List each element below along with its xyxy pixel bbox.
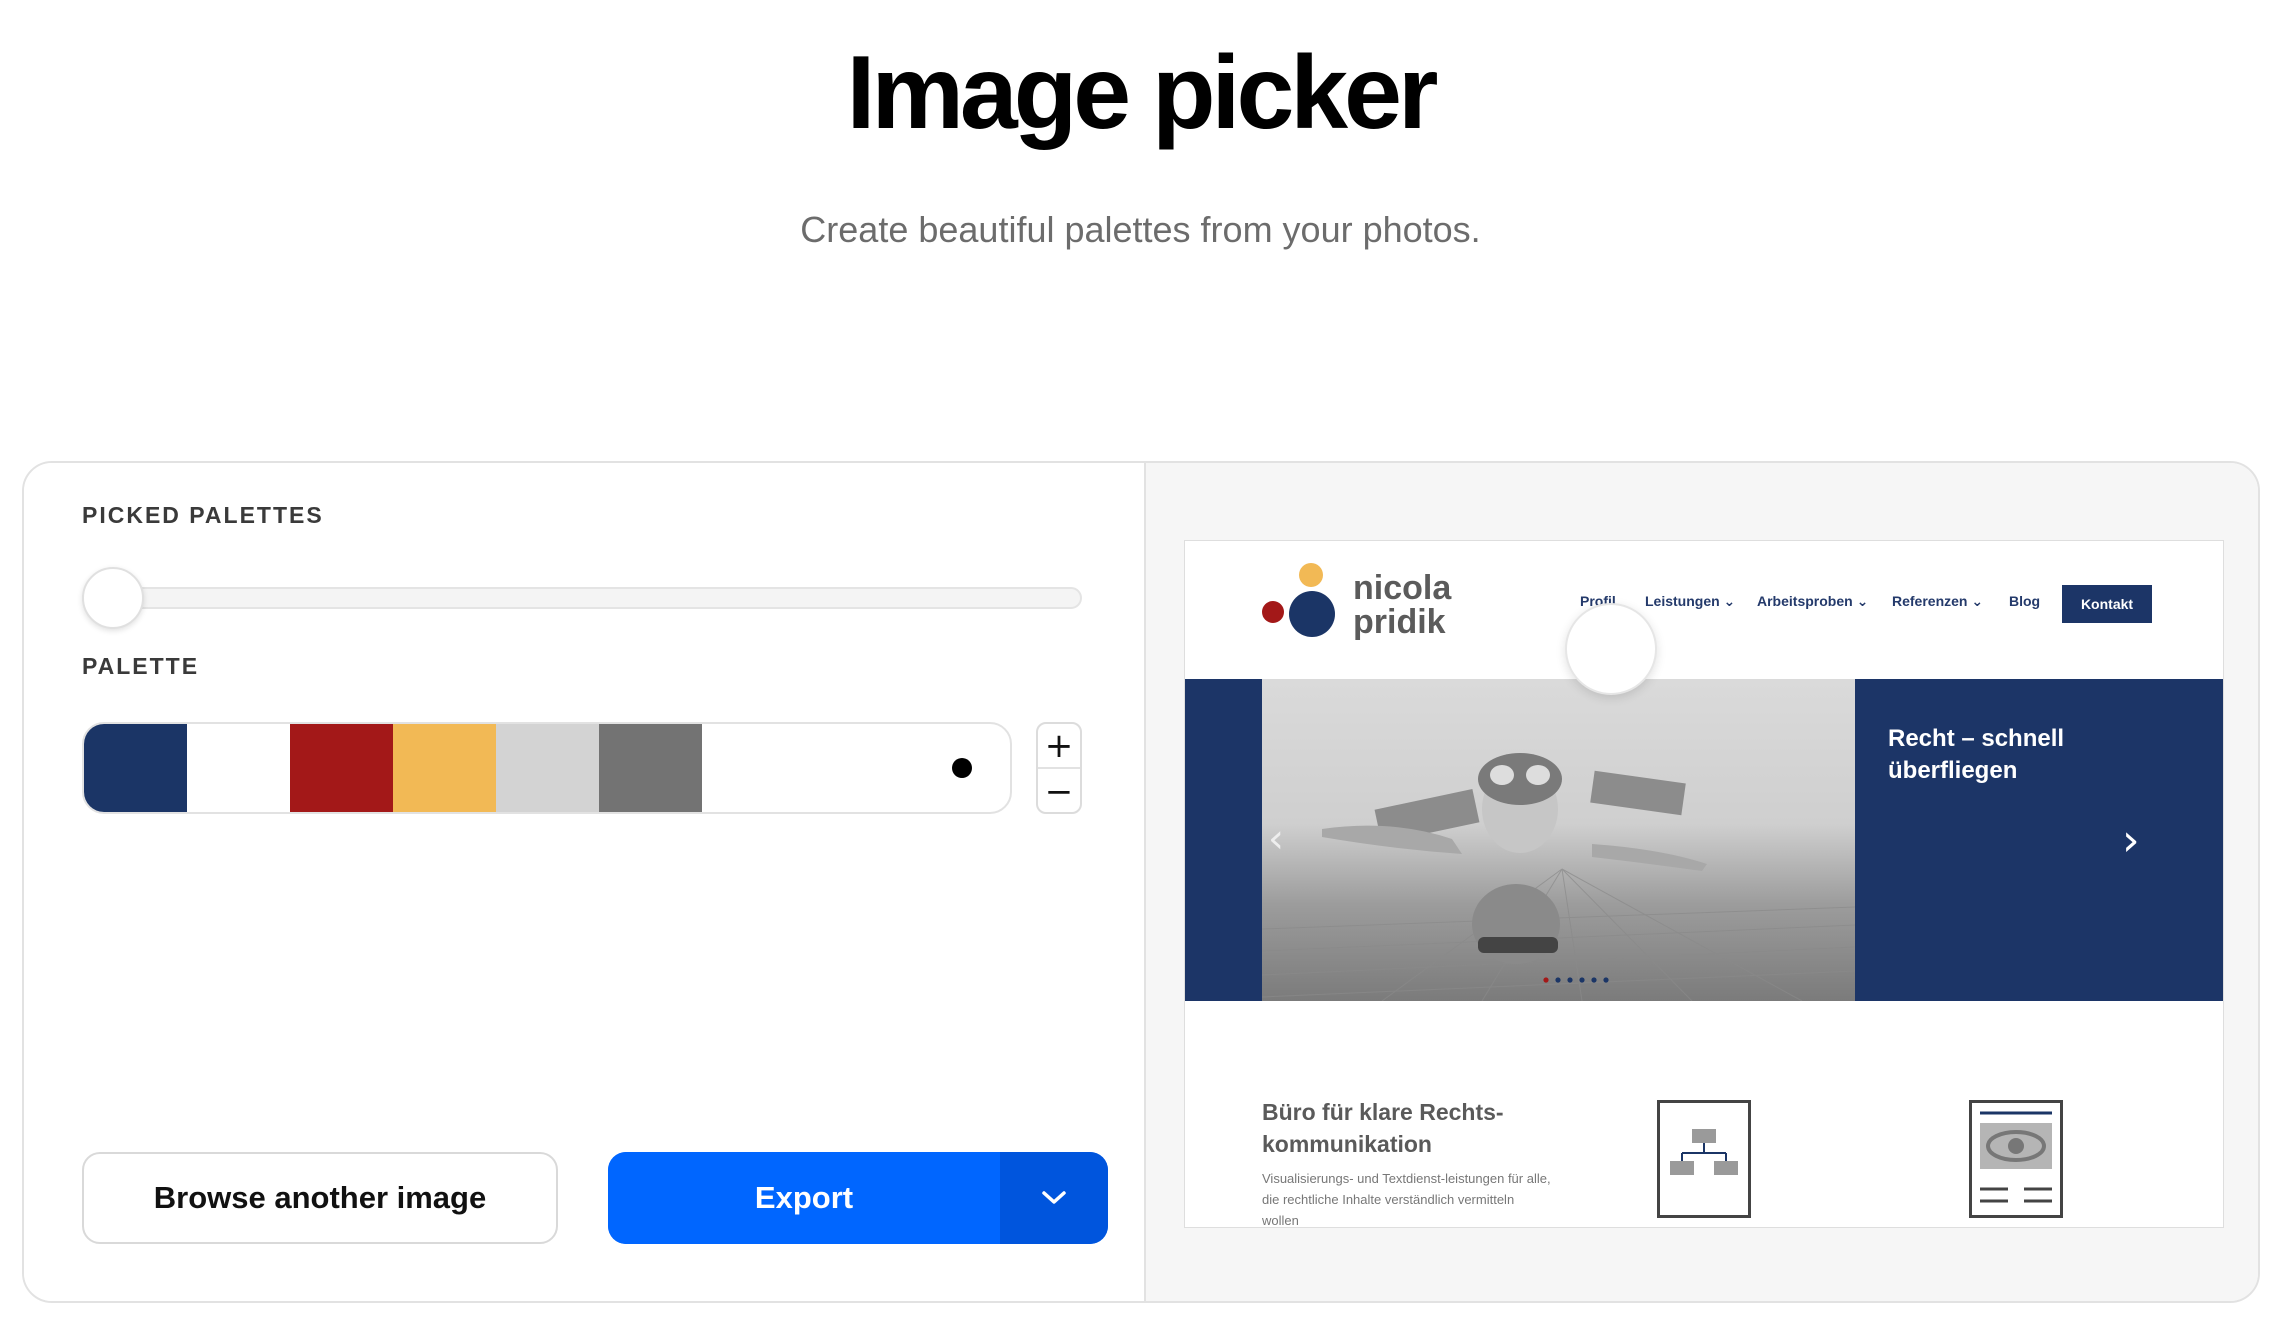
page-subtitle: Create beautiful palettes from your phot…: [800, 209, 1481, 250]
picked-palettes-slider-track[interactable]: [82, 587, 1082, 609]
palette-swatch-yellow[interactable]: [393, 724, 496, 812]
picked-palettes-slider-thumb[interactable]: [82, 567, 144, 629]
preview-content-text: Visualisierungs- und Textdienst-leistung…: [1262, 1171, 1551, 1228]
carousel-dots: [1543, 977, 1609, 983]
preview-logo-text: nicola pridik: [1353, 569, 1452, 641]
palette-swatch-red[interactable]: [290, 724, 393, 812]
palette-label: PALETTE: [82, 653, 200, 679]
image-picker-card: PICKED PALETTES PALETTE + − Browse anoth…: [22, 461, 2260, 1303]
carousel-next-icon: ›: [2122, 815, 2140, 866]
palette-swatch-light-gray[interactable]: [496, 724, 599, 812]
palette-size-stepper: + −: [1036, 722, 1082, 814]
preview-nav-arbeitsproben: Arbeitsproben ⌄: [1757, 593, 1869, 609]
eye-document-icon: [1969, 1100, 2063, 1218]
preview-content-heading: Büro für klare Rechts-kommunikation: [1262, 1099, 1504, 1157]
export-button[interactable]: Export: [608, 1152, 1000, 1244]
carousel-prev-icon: ‹: [1268, 816, 1284, 862]
palette-editor: PICKED PALETTES PALETTE + − Browse anoth…: [24, 463, 1144, 1301]
preview-hero-heading: Recht – schnell überfliegen: [1888, 725, 2065, 784]
logo-dot-navy: [1289, 591, 1335, 637]
preview-nav-kontakt: Kontakt: [2062, 585, 2152, 623]
palette-empty-slot[interactable]: [702, 724, 1010, 812]
logo-dot-red: [1262, 601, 1284, 623]
preview-nav-blog: Blog: [2009, 593, 2041, 609]
preview-image[interactable]: nicola pridik Profil Leistungen ⌄ Arbeit…: [1184, 540, 2224, 1228]
preview-nav-leistungen: Leistungen ⌄: [1645, 593, 1736, 609]
palette-swatch-navy[interactable]: [84, 724, 187, 812]
picked-palettes-label: PICKED PALETTES: [82, 502, 324, 528]
preview-hero-photo: ‹: [1262, 679, 1855, 1001]
browse-another-image-button[interactable]: Browse another image: [82, 1152, 558, 1244]
color-picker-loupe[interactable]: [1565, 603, 1657, 695]
hierarchy-icon: [1657, 1100, 1751, 1218]
palette-swatch-gray[interactable]: [599, 724, 702, 812]
export-options-button[interactable]: [1000, 1152, 1108, 1244]
palette-swatch-white[interactable]: [187, 724, 290, 812]
chevron-down-icon: [1042, 1191, 1066, 1204]
add-color-button[interactable]: +: [1038, 724, 1080, 769]
hero-photo-illustration: [1262, 753, 1855, 1001]
logo-dot-yellow: [1299, 563, 1323, 587]
palette-strip: [82, 722, 1012, 814]
preview-nav-referenzen: Referenzen ⌄: [1892, 593, 1984, 609]
preview-site-header: nicola pridik Profil Leistungen ⌄ Arbeit…: [1185, 541, 2223, 679]
color-picker-handle[interactable]: [952, 758, 972, 778]
export-button-group: Export: [608, 1152, 1108, 1244]
page-title: Image picker: [846, 35, 1439, 151]
preview-hero: ‹ Recht – schnell überfliegen ›: [1185, 679, 2223, 1001]
remove-color-button[interactable]: −: [1038, 769, 1080, 812]
